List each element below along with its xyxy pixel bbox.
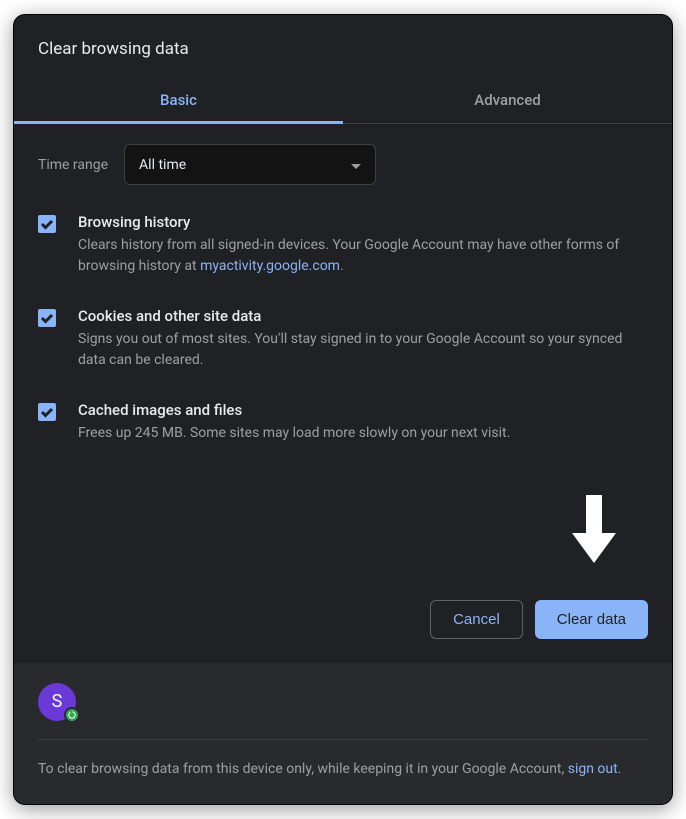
sign-out-link[interactable]: sign out [568,761,618,777]
check-icon [40,405,54,419]
dialog-title: Clear browsing data [14,15,672,77]
option-text: Cookies and other site data Signs you ou… [78,307,648,371]
dialog-buttons: Cancel Clear data [14,600,672,663]
option-desc: Signs you out of most sites. You'll stay… [78,329,648,371]
check-icon [40,217,54,231]
option-text: Cached images and files Frees up 245 MB.… [78,401,648,444]
chevron-down-icon [351,155,361,174]
checkbox-browsing-history[interactable] [38,215,56,233]
time-range-value: All time [139,157,186,173]
option-title: Browsing history [78,213,648,231]
option-browsing-history: Browsing history Clears history from all… [38,213,648,277]
time-range-label: Time range [38,157,108,173]
avatar-row: S [38,683,648,721]
sync-icon [64,707,80,723]
option-title: Cookies and other site data [78,307,648,325]
time-range-row: Time range All time [38,144,648,185]
tab-advanced[interactable]: Advanced [343,77,672,123]
option-cookies: Cookies and other site data Signs you ou… [38,307,648,371]
option-desc: Frees up 245 MB. Some sites may load mor… [78,423,648,444]
dialog-footer: S To clear browsing data from this devic… [14,663,672,804]
clear-data-button[interactable]: Clear data [535,600,648,639]
myactivity-link[interactable]: myactivity.google.com [200,258,340,274]
tabs: Basic Advanced [14,77,672,124]
clear-browsing-data-dialog: Clear browsing data Basic Advanced Time … [13,14,673,805]
checkbox-cookies[interactable] [38,309,56,327]
footer-text: To clear browsing data from this device … [38,758,648,780]
check-icon [40,311,54,325]
avatar[interactable]: S [38,683,76,721]
dialog-content: Time range All time Browsing history Cle… [14,124,672,600]
option-desc: Clears history from all signed-in device… [78,235,648,277]
option-title: Cached images and files [78,401,648,419]
checkbox-cache[interactable] [38,403,56,421]
option-text: Browsing history Clears history from all… [78,213,648,277]
time-range-select[interactable]: All time [124,144,376,185]
option-cache: Cached images and files Frees up 245 MB.… [38,401,648,444]
divider [38,739,648,740]
tab-basic[interactable]: Basic [14,77,343,123]
avatar-letter: S [52,691,63,712]
cancel-button[interactable]: Cancel [430,600,523,639]
